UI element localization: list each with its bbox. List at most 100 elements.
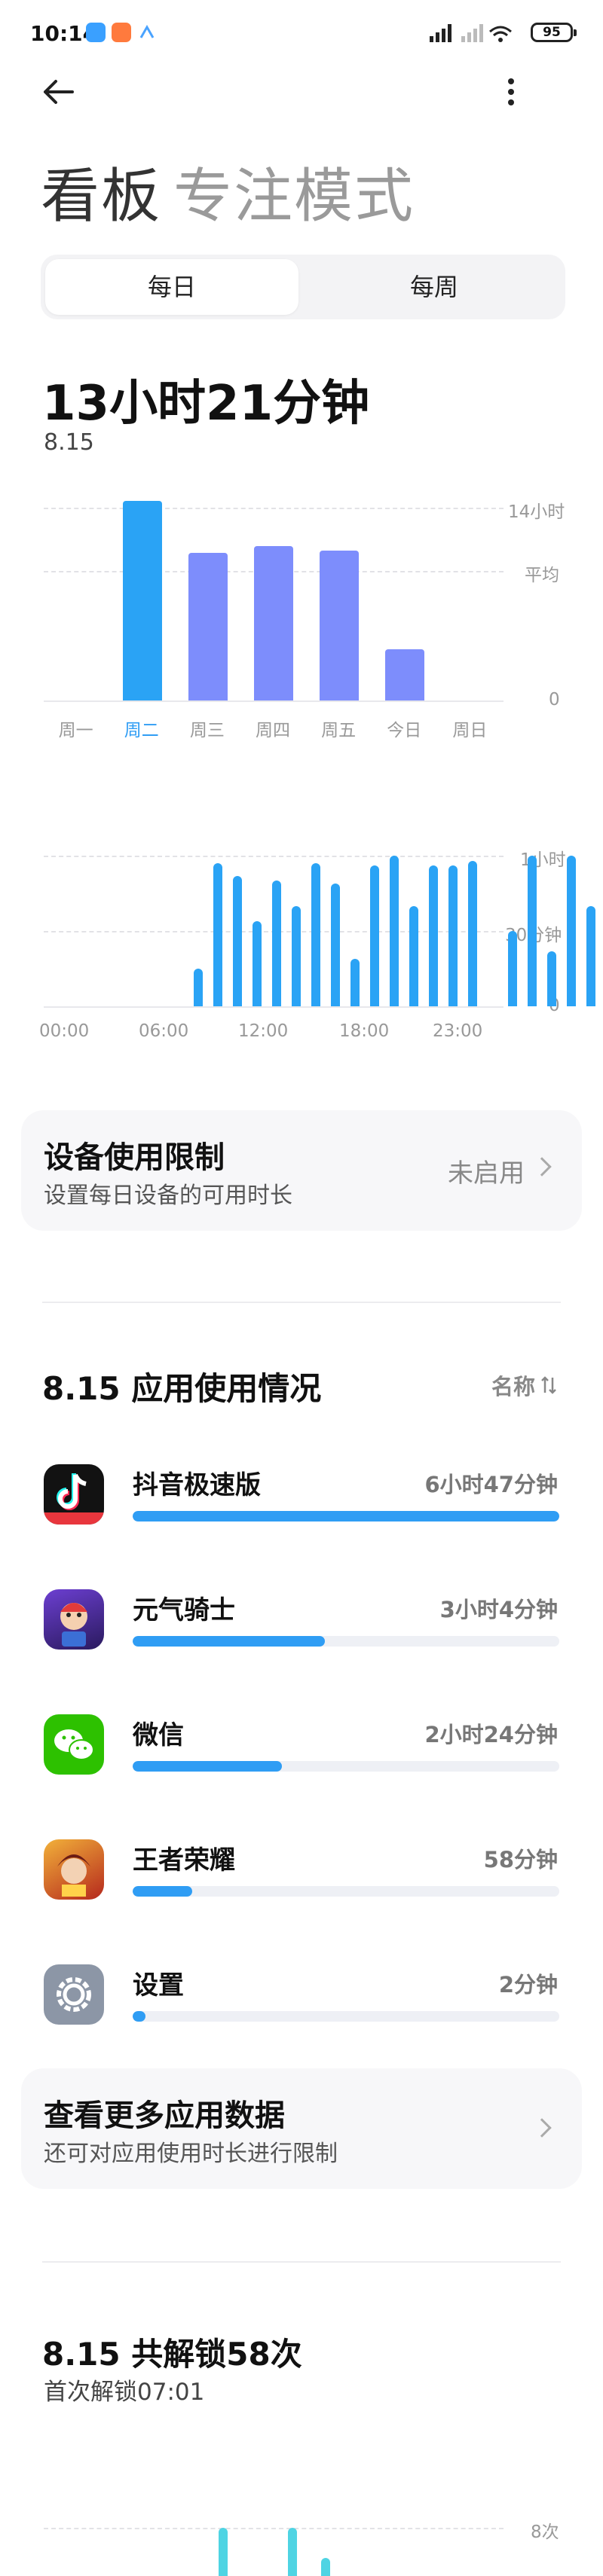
x-tick-label: 00:00	[39, 1021, 90, 1041]
hourly-bar[interactable]	[586, 905, 595, 1006]
chevron-right-icon	[532, 1157, 552, 1177]
hourly-bar[interactable]	[409, 905, 419, 1006]
unlock-bar[interactable]	[288, 2528, 297, 2576]
usage-bar	[133, 1636, 559, 1647]
x-tick-label: 06:00	[139, 1021, 189, 1041]
hourly-bar[interactable]	[546, 951, 556, 1006]
x-tick-label: 周一	[58, 721, 93, 740]
hourly-bar[interactable]	[331, 883, 340, 1006]
usage-bar-fill	[133, 1511, 559, 1521]
tab-focus-mode[interactable]: 专注模式	[173, 149, 415, 233]
weekly-bar[interactable]	[254, 546, 293, 700]
usage-date: 8.15	[44, 429, 94, 456]
hourly-bar[interactable]	[193, 969, 203, 1006]
hourly-bar[interactable]	[311, 863, 320, 1006]
gridline-8	[44, 2528, 504, 2529]
usage-bar-fill	[133, 1761, 283, 1772]
app-time: 58分钟	[483, 1847, 558, 1872]
x-tick-label: 周四	[256, 721, 290, 740]
app-row[interactable]: 抖音极速版 6小时47分钟	[0, 1454, 603, 1537]
hourly-bar[interactable]	[448, 865, 458, 1006]
gridline-top	[44, 508, 504, 509]
sort-button[interactable]: 名称	[491, 1369, 556, 1401]
usage-bar	[133, 1886, 559, 1897]
y-tick-label: 14小时	[508, 502, 565, 522]
x-tick-label: 23:00	[433, 1021, 483, 1041]
usage-bar-fill	[133, 2011, 145, 2022]
notification-app-icon	[86, 23, 106, 42]
x-tick-label: 周日	[452, 721, 488, 740]
hourly-bar[interactable]	[291, 905, 301, 1006]
honor-of-kings-icon	[44, 1839, 104, 1900]
tab-dashboard[interactable]: 看板	[41, 149, 161, 233]
more-options-icon[interactable]	[504, 77, 519, 107]
app-row[interactable]: 微信 2小时24分钟	[0, 1704, 603, 1787]
usage-bar	[133, 1511, 559, 1521]
device-limit-status: 未启用	[448, 1158, 525, 1189]
app-row[interactable]: 元气骑士 3小时4分钟	[0, 1579, 603, 1662]
battery-indicator: 95	[531, 23, 577, 42]
section-divider	[42, 2261, 561, 2263]
wechat-icon	[44, 1714, 104, 1775]
chevron-right-icon	[532, 2118, 552, 2138]
hourly-bar[interactable]	[507, 931, 517, 1006]
weekly-bar[interactable]	[385, 649, 425, 700]
app-name: 抖音极速版	[133, 1470, 261, 1500]
weekly-bar[interactable]	[320, 550, 360, 700]
gridline-1h	[44, 856, 504, 857]
y-tick-label: 8次	[531, 2523, 559, 2542]
segment-daily[interactable]: 每日	[44, 255, 300, 319]
hourly-bar[interactable]	[370, 865, 380, 1006]
app-row[interactable]: 设置 2分钟	[0, 1954, 603, 2037]
device-limit-card[interactable]: 设备使用限制 设置每日设备的可用时长 未启用	[21, 1110, 582, 1231]
hourly-bar[interactable]	[350, 958, 360, 1006]
hourly-bar[interactable]	[390, 856, 399, 1006]
douyin-lite-icon	[44, 1464, 104, 1525]
settings-gear-icon	[44, 1964, 104, 2025]
notification-app-icon	[139, 24, 155, 41]
hourly-bar[interactable]	[527, 856, 537, 1006]
more-app-data-subtitle: 还可对应用使用时长进行限制	[44, 2141, 338, 2167]
hourly-bar[interactable]	[232, 875, 242, 1006]
app-time: 3小时4分钟	[439, 1597, 558, 1622]
sort-label: 名称	[491, 1374, 535, 1399]
hourly-bar[interactable]	[213, 863, 222, 1006]
weekly-usage-chart: 14小时 平均 0 周一 周二 周三 周四 周五 今日 周日	[0, 482, 603, 768]
segment-weekly[interactable]: 每周	[306, 255, 562, 319]
y-tick-label: 0	[549, 690, 560, 710]
weekly-bar[interactable]	[122, 500, 162, 700]
usage-bar	[133, 1761, 559, 1772]
x-tick-label: 今日	[387, 721, 422, 740]
total-usage-time: 13小时21分钟	[42, 376, 370, 432]
unlock-bar[interactable]	[219, 2528, 228, 2576]
app-name: 王者荣耀	[133, 1845, 235, 1876]
app-time: 2小时24分钟	[424, 1722, 558, 1747]
hourly-bar[interactable]	[566, 856, 576, 1006]
back-arrow-icon[interactable]	[39, 75, 77, 108]
hourly-usage-chart: 1小时 30分钟 0 00:0006:0012:0018:0023:00	[0, 836, 603, 1062]
app-name: 元气骑士	[133, 1595, 235, 1625]
device-limit-subtitle: 设置每日设备的可用时长	[44, 1183, 292, 1209]
unlock-chart: 8次	[0, 2508, 603, 2576]
device-limit-title: 设备使用限制	[44, 1140, 225, 1175]
weekly-bar[interactable]	[188, 553, 228, 700]
x-tick-label: 周三	[189, 721, 225, 740]
app-usage-title: 8.15 应用使用情况	[42, 1370, 322, 1407]
x-tick-label: 12:00	[238, 1021, 289, 1041]
y-tick-label: 平均	[525, 566, 559, 585]
hourly-bar[interactable]	[271, 881, 281, 1006]
section-divider	[42, 1302, 561, 1303]
hourly-bar[interactable]	[468, 860, 478, 1006]
app-time: 6小时47分钟	[424, 1472, 558, 1497]
x-tick-label: 18:00	[339, 1021, 390, 1041]
soul-knight-icon	[44, 1589, 104, 1650]
hourly-bar[interactable]	[429, 865, 439, 1006]
baseline	[44, 1006, 504, 1008]
app-name: 设置	[133, 1970, 184, 2001]
hourly-bar[interactable]	[252, 920, 262, 1006]
app-time: 2分钟	[498, 1972, 558, 1998]
usage-bar-fill	[133, 1886, 193, 1897]
unlock-bar[interactable]	[321, 2558, 330, 2576]
app-row[interactable]: 王者荣耀 58分钟	[0, 1829, 603, 1912]
more-app-data-card[interactable]: 查看更多应用数据 还可对应用使用时长进行限制	[21, 2068, 582, 2189]
